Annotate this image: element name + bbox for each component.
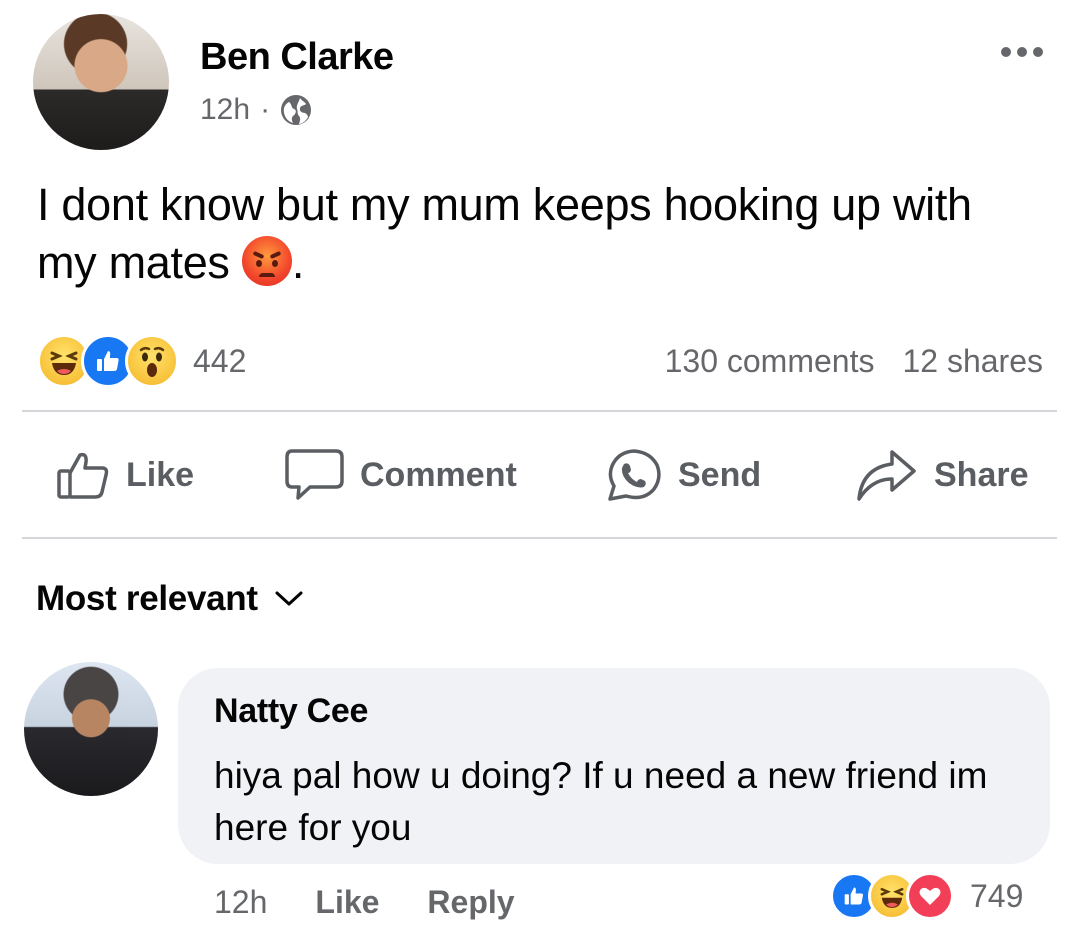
angry-face-icon — [241, 236, 292, 286]
chevron-down-icon — [275, 591, 303, 606]
like-button[interactable]: Like — [56, 449, 194, 501]
heart-reaction-icon — [906, 872, 954, 920]
post-time[interactable]: 12h — [200, 93, 250, 127]
comment-reactions[interactable]: 749 — [830, 872, 1023, 920]
commenter-avatar[interactable] — [24, 662, 158, 796]
reaction-count[interactable]: 442 — [193, 343, 246, 380]
comment-label: Comment — [360, 455, 517, 494]
meta-separator: · — [260, 93, 271, 126]
more-options-icon[interactable] — [1001, 47, 1043, 57]
shares-count[interactable]: 12 shares — [902, 343, 1043, 380]
commenter-name[interactable]: Natty Cee — [214, 692, 368, 731]
comment-reaction-count[interactable]: 749 — [970, 878, 1023, 915]
comment-footer: 12h Like Reply — [214, 884, 515, 921]
share-label: Share — [934, 455, 1029, 494]
comments-count[interactable]: 130 comments — [665, 343, 875, 380]
send-button[interactable]: Send — [604, 447, 761, 503]
comment-reply-button[interactable]: Reply — [427, 884, 514, 921]
thumbs-up-icon — [57, 452, 109, 499]
post-author-avatar[interactable] — [33, 14, 169, 150]
wow-reaction-icon — [125, 334, 179, 388]
post-stats: 130 comments 12 shares — [665, 343, 1043, 380]
like-label: Like — [126, 455, 195, 494]
post-action-bar: Like Comment Send Share — [0, 440, 1073, 510]
comment-time[interactable]: 12h — [214, 884, 267, 921]
post-reactions[interactable]: 442 — [37, 334, 246, 388]
comment-bubble-icon — [285, 449, 344, 500]
comment-like-button[interactable]: Like — [315, 884, 379, 921]
divider — [22, 537, 1057, 539]
share-arrow-icon — [857, 450, 916, 501]
divider — [22, 410, 1057, 412]
post-text: I dont know but my mum keeps hooking up … — [37, 176, 1037, 292]
post-body: I dont know but my mum keeps hooking up … — [37, 179, 972, 288]
comment-sort-dropdown[interactable]: Most relevant — [36, 579, 304, 619]
comment-text: hiya pal how u doing? If u need a new fr… — [214, 755, 988, 848]
post-body-end: . — [291, 237, 305, 288]
sort-label: Most relevant — [36, 579, 258, 618]
send-label: Send — [678, 455, 762, 494]
whatsapp-icon — [608, 449, 661, 501]
post-meta: 12h · — [200, 93, 312, 127]
post-author-name[interactable]: Ben Clarke — [200, 36, 394, 79]
comment-button[interactable]: Comment — [284, 447, 517, 503]
globe-icon — [280, 94, 312, 126]
share-button[interactable]: Share — [854, 447, 1029, 503]
